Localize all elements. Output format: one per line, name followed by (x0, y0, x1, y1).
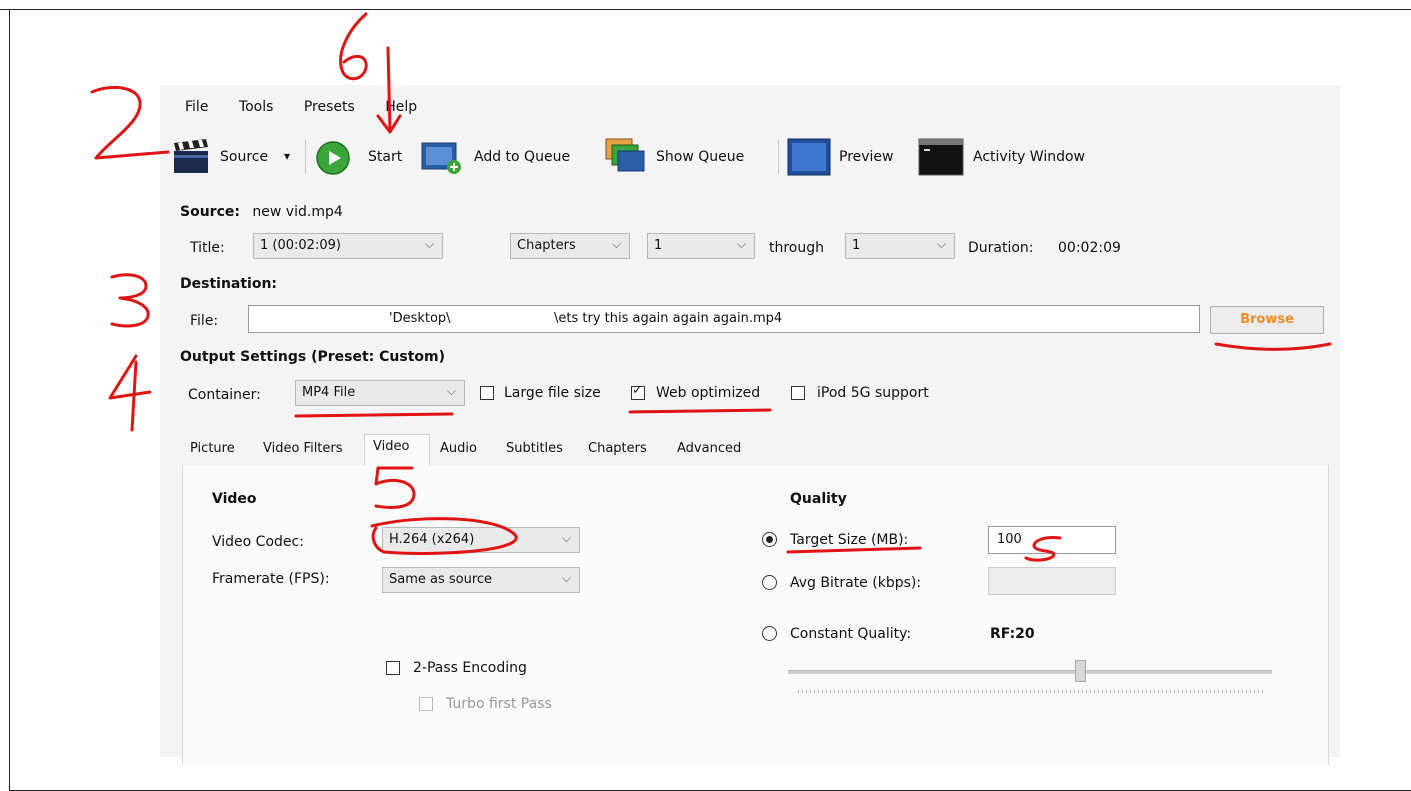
annotation-6 (339, 12, 368, 81)
annotation-arrow-to-start (376, 46, 402, 134)
annotation-underline-target-size (786, 546, 922, 554)
annotation-underline-browse (1214, 342, 1332, 351)
annotation-3 (110, 273, 150, 328)
annotation-2 (90, 85, 170, 160)
annotation-s (1024, 536, 1062, 562)
red-annotation-layer (90, 12, 1332, 562)
annotation-underline-web-optimized (628, 408, 772, 414)
annotation-5 (374, 466, 416, 509)
annotation-circle-codec (370, 517, 518, 555)
annotation-4 (108, 354, 152, 432)
annotation-underline-container (294, 412, 454, 418)
